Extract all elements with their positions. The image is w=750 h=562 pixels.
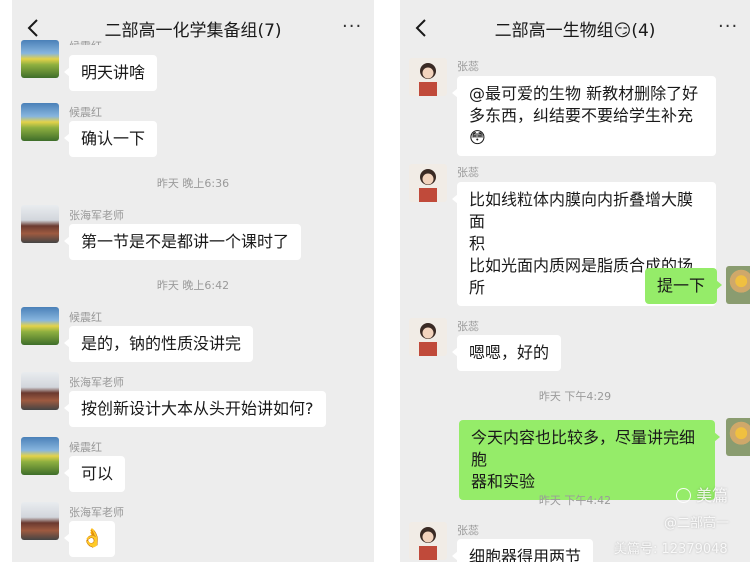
- avatar[interactable]: [409, 164, 447, 202]
- avatar[interactable]: [409, 522, 447, 560]
- message-line: 比如线粒体内膜向内折叠增大膜面: [469, 190, 694, 231]
- chevron-left-icon[interactable]: [22, 14, 46, 42]
- avatar[interactable]: [21, 372, 59, 410]
- avatar[interactable]: [409, 318, 447, 356]
- sender-name: 候震红: [69, 311, 102, 324]
- more-dots-icon[interactable]: ···: [718, 16, 742, 38]
- meipian-logo-icon: [676, 488, 691, 503]
- avatar[interactable]: [21, 205, 59, 243]
- self-avatar[interactable]: [726, 266, 750, 304]
- sender-name: 张蕊: [457, 320, 479, 333]
- avatar[interactable]: [409, 58, 447, 96]
- message-bubble[interactable]: 👌: [63, 521, 116, 557]
- chat-header: 二部高一化学集备组(7) ···: [12, 0, 374, 56]
- message-line: 多东西，纠结要不要给学生补充: [469, 106, 694, 125]
- message-bubble[interactable]: 可以: [63, 456, 126, 492]
- sender-name: 候震红: [69, 106, 102, 119]
- sender-name: 张蕊: [457, 166, 479, 179]
- sender-name: 张蕊: [457, 60, 479, 73]
- chat-title: 二部高一生物组😏(4): [494, 21, 656, 41]
- avatar[interactable]: [21, 103, 59, 141]
- message-line: @最可爱的生物 新教材删除了好: [469, 84, 699, 103]
- watermark-brand-text: 美篇: [696, 486, 729, 505]
- emoji-flushed-icon: 😳: [469, 128, 486, 147]
- more-dots-icon[interactable]: ···: [342, 16, 366, 38]
- right-chat-panel: 二部高一生物组😏(4) ··· 张蕊 @最可爱的生物 新教材删除了好 多东西，纠…: [400, 0, 750, 562]
- sender-name: 候震红: [69, 441, 102, 454]
- avatar[interactable]: [21, 437, 59, 475]
- left-chat-panel: 二部高一化学集备组(7) ··· 候震红 明天讲啥 候震红 确认一下 昨天 晚上…: [12, 0, 374, 562]
- timestamp: 昨天 下午4:29: [538, 390, 612, 403]
- chevron-left-icon[interactable]: [410, 14, 434, 42]
- timestamp: 昨天 晚上6:36: [156, 177, 230, 190]
- timestamp: 昨天 晚上6:42: [156, 279, 230, 292]
- message-line: 今天内容也比较多，尽量讲完细胞: [471, 428, 696, 469]
- chat-header: 二部高一生物组😏(4) ···: [400, 0, 750, 56]
- message-bubble-self[interactable]: 提一下: [644, 268, 723, 304]
- message-bubble[interactable]: 明天讲啥: [63, 55, 158, 91]
- avatar[interactable]: [21, 40, 59, 78]
- message-bubble[interactable]: 第一节是不是都讲一个课时了: [63, 224, 302, 260]
- avatar[interactable]: [21, 502, 59, 540]
- message-bubble[interactable]: 是的，钠的性质没讲完: [63, 326, 254, 362]
- message-line: 器和实验: [471, 472, 536, 491]
- message-bubble[interactable]: 确认一下: [63, 121, 158, 157]
- watermark-id: 美篇号: 12379048: [614, 542, 728, 557]
- sender-name: 张海军老师: [69, 376, 124, 389]
- message-line: 积: [469, 234, 486, 253]
- sender-name: 候震红: [69, 38, 102, 45]
- sender-name: 张海军老师: [69, 209, 124, 222]
- avatar[interactable]: [21, 307, 59, 345]
- sender-name: 张蕊: [457, 524, 479, 537]
- message-bubble[interactable]: 细胞器得用两节: [451, 539, 594, 562]
- message-bubble[interactable]: 嗯嗯，好的: [451, 335, 562, 371]
- panel-divider: [374, 0, 400, 562]
- message-bubble[interactable]: @最可爱的生物 新教材删除了好 多东西，纠结要不要给学生补充 😳: [452, 76, 716, 156]
- sender-name: 张海军老师: [69, 506, 124, 519]
- message-bubble[interactable]: 按创新设计大本从头开始讲如何?: [64, 391, 326, 427]
- watermark-brand: 美篇: [676, 482, 728, 506]
- watermark-handle: @二部高一: [664, 516, 730, 531]
- self-avatar[interactable]: [726, 418, 750, 456]
